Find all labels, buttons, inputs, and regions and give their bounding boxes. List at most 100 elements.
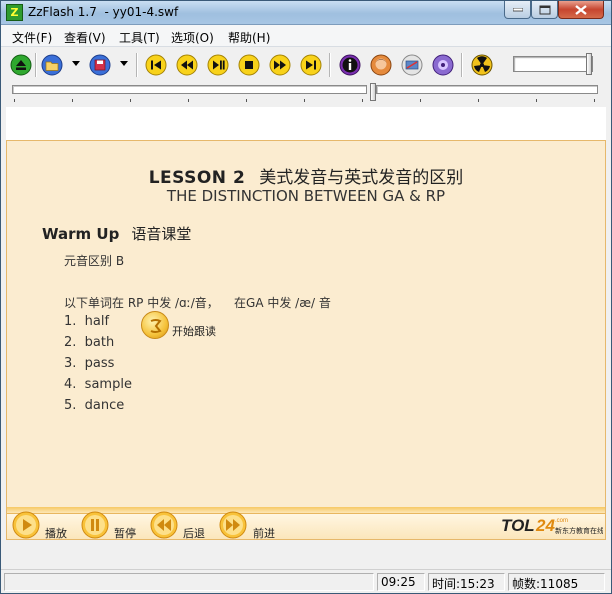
fast-forward-button[interactable] <box>269 54 291 76</box>
stage-back-button[interactable] <box>149 511 179 539</box>
word-list-item[interactable]: 2. bath <box>64 335 114 350</box>
open-button[interactable] <box>41 54 63 76</box>
seek-tick <box>536 99 537 102</box>
face-icon <box>370 54 392 76</box>
menu-help[interactable]: 帮助(H) <box>228 29 270 46</box>
seek-tick <box>594 99 595 102</box>
eject-button[interactable] <box>10 54 32 76</box>
lesson-title-en: THE DISTINCTION BETWEEN GA & RP <box>166 187 446 205</box>
seek-bar-track-right[interactable] <box>376 85 598 94</box>
settings-icon <box>401 54 423 76</box>
toolbar-separator <box>329 53 331 77</box>
seek-tick <box>246 99 247 102</box>
settings-button[interactable] <box>401 54 423 76</box>
menu-view[interactable]: 查看(V) <box>64 29 106 46</box>
toolbar-separator <box>35 53 37 77</box>
maximize-icon <box>539 5 550 14</box>
seek-tick <box>304 99 305 102</box>
menu-options[interactable]: 选项(O) <box>171 29 214 46</box>
maximize-button[interactable] <box>531 1 558 19</box>
start-follow-reading-button[interactable] <box>141 311 169 339</box>
toolbar <box>1 48 611 82</box>
skip-start-button[interactable] <box>145 54 167 76</box>
rewind-icon <box>150 511 178 539</box>
open-dropdown-arrow[interactable] <box>72 61 80 66</box>
eject-icon <box>10 54 32 76</box>
skip-start-icon <box>145 54 167 76</box>
fast-forward-icon <box>219 511 247 539</box>
media-button[interactable] <box>432 54 454 76</box>
stage-forward-label[interactable]: 前进 <box>253 525 275 541</box>
zzflash-app-icon[interactable]: Z <box>6 4 23 21</box>
word-list-item[interactable]: 5. dance <box>64 398 124 413</box>
tol24-logo: TOL 24 .com 新东方教育在线 <box>499 513 604 539</box>
status-duration: 时间:15:23 <box>428 573 505 591</box>
tol24-logo-graphic: TOL 24 .com 新东方教育在线 <box>501 516 604 535</box>
word-number: 5. <box>64 398 77 413</box>
stage-top-margin <box>6 107 606 140</box>
seek-bar-thumb[interactable] <box>370 83 376 101</box>
media-icon <box>432 54 454 76</box>
save-button[interactable] <box>89 54 111 76</box>
menu-file[interactable]: 文件(F) <box>12 29 52 46</box>
stage-play-label[interactable]: 播放 <box>45 525 67 541</box>
word-number: 2. <box>64 335 77 350</box>
rewind-icon <box>176 54 198 76</box>
status-frames: 帧数:11085 <box>508 573 605 591</box>
radiation-icon <box>471 54 493 76</box>
play-icon <box>12 511 40 539</box>
minimize-button[interactable] <box>504 1 531 19</box>
menu-bar: 文件(F) 查看(V) 工具(T) 选项(O) 帮助(H) <box>1 25 611 47</box>
stage-pause-button[interactable] <box>80 511 110 539</box>
play-pause-button[interactable] <box>207 54 229 76</box>
volume-slider-thumb[interactable] <box>586 53 592 75</box>
pause-icon <box>81 511 109 539</box>
svg-text:新东方教育在线: 新东方教育在线 <box>555 526 603 535</box>
skip-end-button[interactable] <box>300 54 322 76</box>
volume-slider-track[interactable] <box>513 56 593 72</box>
stop-button[interactable] <box>238 54 260 76</box>
status-bar: 09:25 时间:15:23 帧数:11085 <box>1 569 611 593</box>
save-dropdown-arrow[interactable] <box>120 61 128 66</box>
stage-forward-button[interactable] <box>218 511 248 539</box>
info-button[interactable] <box>339 54 361 76</box>
section-title-en: Warm Up <box>42 225 120 243</box>
svg-text:24: 24 <box>535 516 555 535</box>
lesson-number: LESSON 2 <box>148 168 246 188</box>
word-number: 4. <box>64 377 77 392</box>
close-icon <box>575 4 587 15</box>
status-current-time: 09:25 <box>377 573 425 591</box>
save-disk-icon <box>89 54 111 76</box>
stage-back-label[interactable]: 后退 <box>183 525 205 541</box>
open-folder-icon <box>41 54 63 76</box>
word-text: bath <box>84 335 115 350</box>
stage-pause-label[interactable]: 暂停 <box>114 525 136 541</box>
status-message <box>4 573 374 591</box>
minimize-icon <box>512 7 523 11</box>
word-list-item[interactable]: 3. pass <box>64 356 114 371</box>
lesson-heading: LESSON 2 美式发音与英式发音的区别 <box>7 163 605 188</box>
word-text: half <box>84 314 110 329</box>
radiation-button[interactable] <box>471 54 493 76</box>
flash-stage[interactable]: LESSON 2 美式发音与英式发音的区别 THE DISTINCTION BET… <box>6 140 606 540</box>
menu-tools[interactable]: 工具(T) <box>119 29 160 46</box>
section-title-cn: 语音课堂 <box>131 225 192 243</box>
seek-tick <box>130 99 131 102</box>
seek-bar-track[interactable] <box>12 85 367 94</box>
seek-tick <box>14 99 15 102</box>
start-follow-reading-label[interactable]: 开始跟读 <box>172 323 216 339</box>
seek-bar-row <box>1 82 611 106</box>
window-title: ZzFlash 1.7 - yy01-4.swf <box>28 5 179 19</box>
face-button[interactable] <box>370 54 392 76</box>
close-button[interactable] <box>558 1 604 19</box>
seek-tick <box>362 99 363 102</box>
word-list-item[interactable]: 1. half <box>64 314 109 329</box>
rewind-button[interactable] <box>176 54 198 76</box>
word-list-item[interactable]: 4. sample <box>64 377 132 392</box>
fast-forward-icon <box>269 54 291 76</box>
section-heading: Warm Up 语音课堂 <box>42 223 191 244</box>
stage-play-button[interactable] <box>11 511 41 539</box>
speaker-icon <box>150 319 162 333</box>
title-bar[interactable]: Z ZzFlash 1.7 - yy01-4.swf <box>1 1 611 25</box>
stop-icon <box>238 54 260 76</box>
